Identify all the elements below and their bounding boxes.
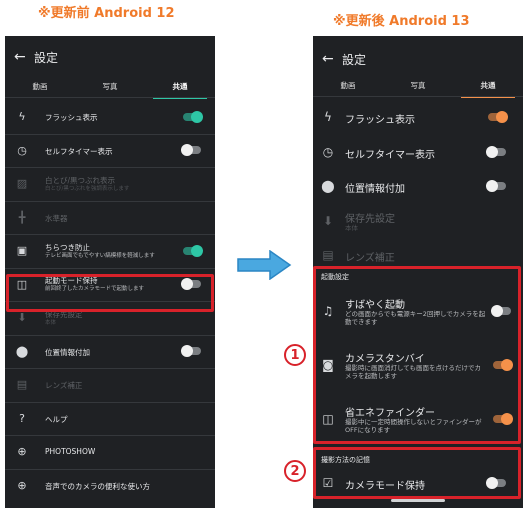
- settings-row[interactable]: ⬤ 位置情報付加: [5, 335, 215, 369]
- settings-row[interactable]: ⬤ 位置情報付加: [313, 169, 523, 204]
- settings-row: ╋ 水準器: [5, 201, 215, 235]
- settings-row-label: 位置情報付加: [345, 184, 405, 196]
- page-title: 設定: [34, 50, 59, 65]
- toggle-switch[interactable]: [181, 345, 201, 358]
- settings-row-label: ちらつき防止: [45, 242, 90, 252]
- settings-row-label: 水準器: [45, 213, 68, 223]
- self-timer-icon: ◷: [17, 143, 27, 157]
- flicker-icon: ▣: [16, 244, 28, 258]
- location-icon: ⬤: [15, 344, 29, 358]
- settings-row-label: レンズ補正: [45, 381, 83, 391]
- self-timer-icon: ◷: [322, 144, 334, 159]
- home-indicator: [391, 499, 445, 502]
- tab-common[interactable]: 共通: [145, 81, 215, 99]
- caption-before: ※更新前 Android 12: [38, 6, 175, 21]
- settings-row-label: PHOTOSHOW: [45, 447, 96, 457]
- highlight-startup-settings: [313, 266, 521, 444]
- settings-row: ▨ 白とび/黒つぶれ表示 白とび/黒つぶれを強調表示します: [5, 167, 215, 201]
- settings-row-description: 本体: [345, 223, 358, 232]
- settings-row[interactable]: ϟ フラッシュ表示: [313, 100, 523, 135]
- highlight-camera-mode-memory: [313, 447, 521, 499]
- toggle-knob: [191, 110, 203, 123]
- level-icon: ╋: [18, 210, 26, 224]
- back-arrow-icon[interactable]: ←: [14, 49, 26, 65]
- page-title: 設定: [342, 52, 367, 67]
- toggle-knob: [181, 144, 193, 157]
- settings-row-label: 保存先設定: [345, 213, 395, 225]
- toggle-knob: [486, 180, 498, 193]
- flash-icon: ϟ: [324, 110, 332, 125]
- tab-bar: 動画 写真 共通: [5, 81, 215, 99]
- toggle-switch[interactable]: [181, 144, 201, 157]
- toggle-switch[interactable]: [486, 145, 506, 158]
- toggle-knob: [191, 244, 203, 257]
- phone-screen-before: ← 設定 動画 写真 共通 ϟ フラッシュ表示 ◷ セルフタイマー表示 ▨ 白とび/黒つぶ…: [5, 36, 215, 508]
- globe-icon-2: ⊕: [17, 478, 27, 492]
- download-icon: ⬇: [322, 213, 334, 228]
- toggle-switch[interactable]: [488, 111, 508, 124]
- settings-row[interactable]: ◷ セルフタイマー表示: [313, 135, 523, 170]
- caption-after: ※更新後 Android 13: [333, 14, 470, 29]
- settings-row[interactable]: ? ヘルプ: [5, 402, 215, 436]
- settings-row: ▤ レンズ補正: [5, 368, 215, 402]
- settings-row: ⬇ 保存先設定 本体: [313, 204, 523, 239]
- settings-row-label: フラッシュ表示: [345, 115, 415, 127]
- badge-2: 2: [284, 460, 306, 482]
- settings-row[interactable]: ϟ フラッシュ表示: [5, 100, 215, 134]
- toggle-knob: [486, 145, 498, 158]
- back-arrow-icon[interactable]: ←: [322, 51, 334, 67]
- globe-icon: ⊕: [17, 445, 27, 459]
- tab-video[interactable]: 動画: [313, 80, 383, 91]
- hatch-icon: ▨: [16, 177, 28, 191]
- app-bar: ← 設定: [313, 42, 523, 76]
- settings-row[interactable]: ⊕ 音声でのカメラの便利な使い方: [5, 469, 215, 503]
- settings-row-label: セルフタイマー表示: [345, 149, 435, 161]
- toggle-switch[interactable]: [183, 244, 203, 257]
- settings-row-description: 白とび/黒つぶれを強調表示します: [45, 185, 130, 192]
- settings-row-label: セルフタイマー表示: [45, 146, 113, 156]
- settings-row-description: テレビ画面でもでやすい縞模様を軽減します: [45, 252, 155, 259]
- toggle-switch[interactable]: [183, 110, 203, 123]
- settings-row-label: フラッシュ表示: [45, 113, 98, 123]
- help-icon: ?: [19, 411, 25, 425]
- toggle-knob: [181, 345, 193, 358]
- settings-row-description: 本体: [45, 319, 57, 326]
- toggle-switch[interactable]: [486, 180, 506, 193]
- settings-row-label: 位置情報付加: [45, 347, 90, 357]
- settings-row[interactable]: ◷ セルフタイマー表示: [5, 134, 215, 168]
- flash-icon: ϟ: [18, 110, 26, 124]
- settings-row-label: レンズ補正: [345, 253, 395, 265]
- settings-row-label: ヘルプ: [45, 414, 68, 424]
- tab-photo[interactable]: 写真: [383, 80, 453, 91]
- settings-row-label: 音声でのカメラの便利な使い方: [45, 481, 150, 491]
- settings-row[interactable]: ⊕ PHOTOSHOW: [5, 435, 215, 469]
- tab-bar: 動画 写真 共通: [313, 80, 523, 98]
- location-icon: ⬤: [321, 179, 335, 194]
- toggle-knob: [496, 111, 508, 124]
- tab-video[interactable]: 動画: [5, 81, 75, 92]
- badge-1: 1: [284, 344, 306, 366]
- settings-row[interactable]: ▣ ちらつき防止 テレビ画面でもでやすい縞模様を軽減します: [5, 234, 215, 268]
- tab-photo[interactable]: 写真: [75, 81, 145, 92]
- arrow-right-icon: [237, 250, 292, 280]
- lens-icon: ▤: [16, 378, 28, 392]
- highlight-startup-mode: [6, 274, 214, 312]
- app-bar: ← 設定: [5, 40, 215, 74]
- tab-common[interactable]: 共通: [453, 80, 523, 98]
- settings-row-label: 白とび/黒つぶれ表示: [45, 175, 116, 185]
